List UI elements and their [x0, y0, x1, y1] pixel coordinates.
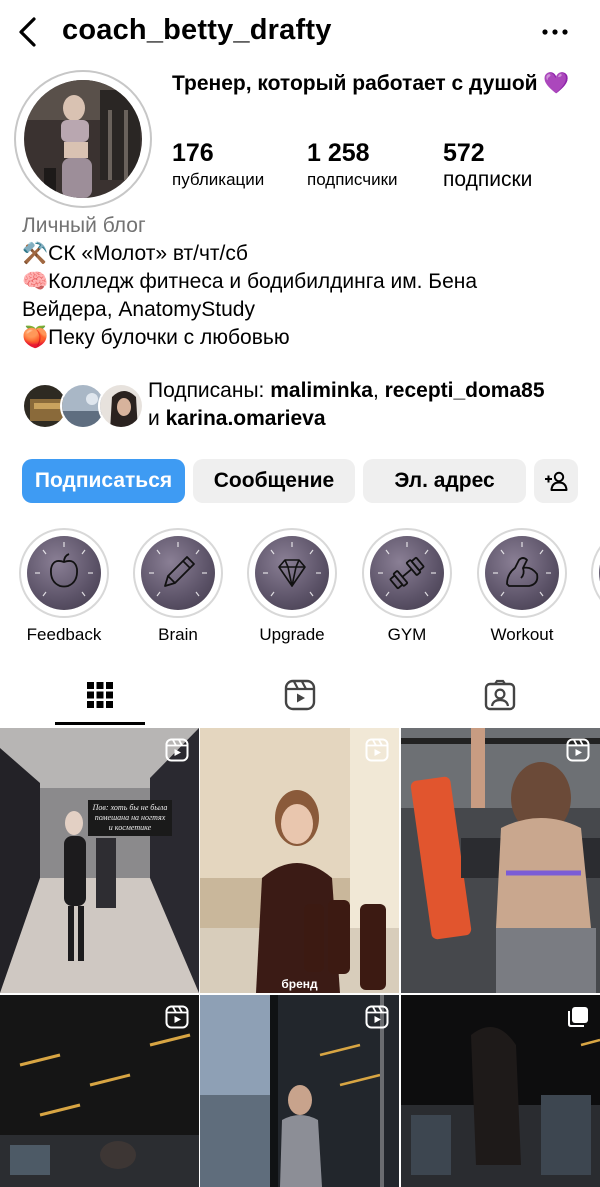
avatar	[24, 80, 142, 198]
add-person-icon	[545, 471, 568, 491]
post-image	[200, 728, 399, 993]
profile-tabs	[0, 664, 600, 726]
highlight-label: Feedback	[26, 625, 102, 644]
more-horizontal-icon	[542, 29, 568, 35]
followed-user-link[interactable]: maliminka	[270, 379, 373, 402]
active-tab-indicator	[55, 722, 145, 725]
bio-line: ⚒️СК «Молот» вт/чт/сб	[22, 242, 248, 265]
reels-icon	[284, 679, 316, 711]
highlight-upgrade[interactable]: Upgrade	[247, 528, 337, 646]
stat-value: 1 258	[307, 139, 370, 167]
profile-bio: Личный блог ⚒️СК «Молот» вт/чт/сб 🧠Колле…	[22, 212, 592, 352]
flexed-arm-icon	[506, 557, 539, 587]
stat-label: подписчики	[307, 170, 398, 189]
post-thumbnail[interactable]: Пов: хоть бы не была помешана на ногтях …	[0, 728, 199, 993]
highlight-ring	[362, 528, 452, 618]
tab-posts-grid[interactable]	[0, 664, 200, 726]
post-thumbnail[interactable]	[401, 728, 600, 993]
post-image	[0, 728, 199, 993]
profile-username: coach_betty_drafty	[62, 14, 332, 46]
highlight-cover	[485, 536, 559, 610]
highlight-cover	[370, 536, 444, 610]
top-bar: coach_betty_drafty	[0, 0, 600, 66]
reel-icon	[165, 738, 189, 762]
reel-icon	[365, 738, 389, 762]
highlight-label: GYM	[387, 625, 427, 644]
chevron-left-icon	[19, 17, 36, 47]
post-thumbnail[interactable]	[401, 995, 600, 1187]
highlight-brain[interactable]: Brain	[133, 528, 223, 646]
message-button[interactable]: Сообщение	[193, 459, 355, 503]
reel-icon	[165, 1005, 189, 1029]
pencil-icon	[164, 556, 195, 587]
bio-line: Вейдера, AnatomyStudy	[22, 298, 255, 321]
tagged-icon	[484, 679, 516, 711]
followed-by-prefix: Подписаны:	[148, 379, 271, 402]
highlight-label: Workout	[490, 625, 554, 644]
post-thumbnail[interactable]	[0, 995, 199, 1187]
carousel-icon	[568, 1007, 588, 1027]
profile-stats: 176 публикации 1 258 подписчики 572 подп…	[172, 138, 592, 200]
grid-icon	[87, 682, 113, 708]
highlight-label: Upgrade	[259, 625, 325, 644]
posts-grid: Пов: хоть бы не была помешана на ногтях …	[0, 728, 600, 1187]
reel-icon	[365, 1005, 389, 1029]
stat-value: 572	[443, 139, 485, 167]
bio-line: 🍑Пеку булочки с любовью	[22, 326, 290, 349]
reel-icon	[566, 738, 590, 762]
diamond-icon	[278, 559, 306, 587]
followed-user-link[interactable]: recepti_doma85	[385, 379, 545, 402]
following-count[interactable]: 572 подписки	[443, 138, 532, 192]
highlight-ring	[133, 528, 223, 618]
highlight-workout[interactable]: Workout	[477, 528, 567, 646]
highlight-partial[interactable]	[591, 528, 600, 618]
followed-by[interactable]: Подписаны: maliminka, recepti_doma85 и k…	[22, 377, 592, 437]
followed-user-link[interactable]: karina.omarieva	[166, 407, 326, 430]
profile-tagline: Тренер, который работает с душой 💜	[172, 72, 570, 95]
highlight-cover	[141, 536, 215, 610]
separator: ,	[372, 379, 385, 402]
highlight-ring	[591, 528, 600, 618]
highlight-ring	[247, 528, 337, 618]
tab-tagged[interactable]	[400, 664, 600, 726]
post-caption: бренд	[281, 977, 318, 991]
highlight-label: Brain	[158, 625, 198, 644]
avatar-photo	[24, 80, 142, 198]
stat-label: публикации	[172, 170, 265, 189]
post-image	[401, 728, 600, 993]
post-caption: Пов: хоть бы не была помешана на ногтях …	[88, 800, 172, 836]
follower-avatar	[98, 383, 144, 429]
apple-icon	[50, 553, 78, 588]
tab-reels[interactable]	[200, 664, 400, 726]
highlight-ring	[19, 528, 109, 618]
dumbbell-icon	[389, 556, 425, 590]
post-thumbnail[interactable]	[200, 995, 399, 1187]
highlight-cover	[255, 536, 329, 610]
suggest-users-button[interactable]	[534, 459, 578, 503]
post-thumbnail[interactable]: бренд	[200, 728, 399, 993]
profile-category: Личный блог	[22, 214, 146, 237]
posts-count[interactable]: 176 публикации	[172, 138, 264, 192]
stat-value: 176	[172, 139, 214, 167]
email-button[interactable]: Эл. адрес	[363, 459, 526, 503]
highlight-gym[interactable]: GYM	[362, 528, 452, 646]
highlight-cover	[27, 536, 101, 610]
back-button[interactable]	[14, 14, 44, 50]
avatar-ring[interactable]	[14, 70, 152, 208]
followed-by-text: Подписаны: maliminka, recepti_doma85 и k…	[148, 377, 598, 433]
more-options-button[interactable]	[540, 22, 570, 42]
and-text: и	[148, 407, 166, 430]
follow-button[interactable]: Подписаться	[22, 459, 185, 503]
highlight-feedback[interactable]: Feedback	[19, 528, 109, 646]
bio-line: 🧠Колледж фитнеса и бодибилдинга им. Бена	[22, 270, 478, 293]
followers-count[interactable]: 1 258 подписчики	[307, 138, 398, 192]
stat-label: подписки	[443, 168, 533, 191]
highlight-ring	[477, 528, 567, 618]
